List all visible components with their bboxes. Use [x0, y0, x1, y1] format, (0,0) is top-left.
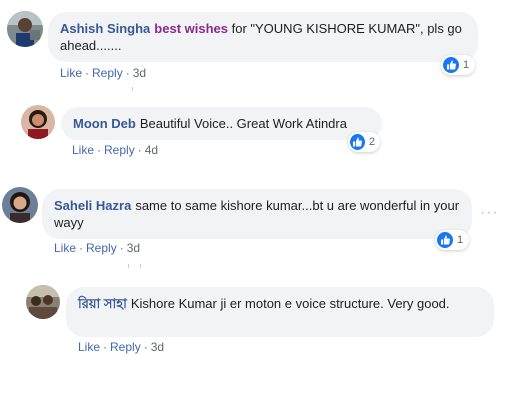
- comment-timestamp[interactable]: 3d: [127, 241, 140, 255]
- separator: ·: [119, 241, 124, 255]
- separator: ·: [97, 143, 102, 157]
- comment-bubble: Moon Deb Beautiful Voice.. Great Work Ati…: [61, 107, 382, 140]
- reaction-count-badge[interactable]: 1: [441, 55, 475, 75]
- avatar[interactable]: [7, 11, 43, 47]
- separator: ·: [79, 241, 84, 255]
- comment-author[interactable]: Moon Deb: [73, 116, 136, 131]
- like-link[interactable]: Like: [54, 241, 76, 255]
- reply-link[interactable]: Reply: [104, 143, 135, 157]
- comment-bubble: Ashish Singha best wishes for "YOUNG KISH…: [48, 12, 478, 62]
- comment-author[interactable]: রিয়া সাহা: [78, 296, 127, 311]
- reaction-count-badge[interactable]: 2: [348, 132, 380, 152]
- comment-timestamp[interactable]: 4d: [145, 143, 158, 157]
- separator: ·: [85, 66, 90, 80]
- reply-link[interactable]: Reply: [92, 66, 123, 80]
- comment-timestamp[interactable]: 3d: [133, 66, 146, 80]
- comment-actions: Like · Reply · 3d: [54, 241, 140, 255]
- reaction-count: 2: [368, 136, 375, 148]
- like-link[interactable]: Like: [78, 340, 100, 354]
- comment-author[interactable]: Ashish Singha: [60, 21, 150, 36]
- reply-link[interactable]: Reply: [86, 241, 117, 255]
- comment-bubble: Saheli Hazra same to same kishore kumar..…: [42, 189, 472, 239]
- like-link[interactable]: Like: [72, 143, 94, 157]
- comment-text: Kishore Kumar ji er moton e voice struct…: [130, 296, 450, 311]
- thread-line: [128, 264, 129, 268]
- comment-timestamp[interactable]: 3d: [151, 340, 164, 354]
- separator: ·: [143, 340, 148, 354]
- comment-actions: Like · Reply · 4d: [72, 143, 158, 157]
- reaction-count-badge[interactable]: 1: [435, 230, 469, 250]
- comment-bubble: রিয়া সাহা Kishore Kumar ji er moton e vo…: [66, 287, 494, 337]
- avatar[interactable]: [2, 187, 38, 223]
- separator: ·: [125, 66, 130, 80]
- like-thumb-icon: [443, 57, 459, 73]
- comment-actions: Like · Reply · 3d: [78, 340, 164, 354]
- separator: ·: [103, 340, 108, 354]
- like-thumb-icon: [350, 134, 365, 150]
- more-options-icon[interactable]: ···: [480, 204, 499, 222]
- comment-author[interactable]: Saheli Hazra: [54, 198, 131, 213]
- separator: ·: [137, 143, 142, 157]
- like-thumb-icon: [437, 232, 453, 248]
- thread-line: [140, 264, 141, 268]
- reaction-count: 1: [457, 234, 464, 246]
- comment-actions: Like · Reply · 3d: [60, 66, 146, 80]
- reply-link[interactable]: Reply: [110, 340, 141, 354]
- avatar[interactable]: [21, 105, 55, 139]
- like-link[interactable]: Like: [60, 66, 82, 80]
- comment-text: Beautiful Voice.. Great Work Atindra: [139, 116, 347, 131]
- reaction-count: 1: [463, 59, 470, 71]
- comment-highlight: best wishes: [154, 21, 228, 36]
- avatar[interactable]: [26, 285, 60, 319]
- thread-line: [132, 87, 133, 91]
